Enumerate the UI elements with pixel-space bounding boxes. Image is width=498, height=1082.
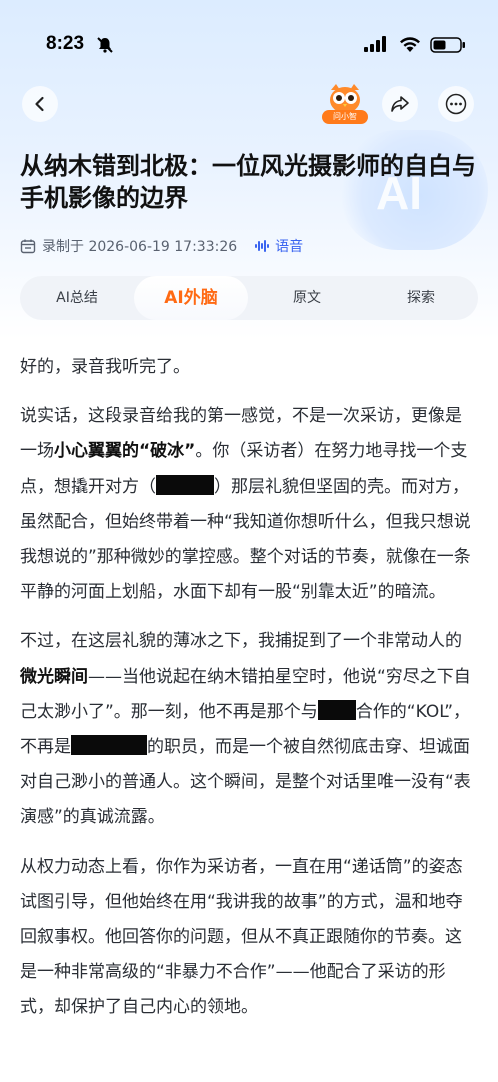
tab-ai-brain[interactable]: AI外脑 bbox=[134, 276, 248, 320]
status-time: 8:23 bbox=[46, 33, 85, 54]
mascot-label: 问小智 bbox=[322, 110, 368, 124]
mascot-assistant[interactable]: 问小智 bbox=[322, 80, 368, 126]
recording-meta: 录制于 2026-06-19 17:33:26 语音 bbox=[20, 236, 303, 256]
back-button[interactable] bbox=[22, 86, 58, 122]
paragraph: 不过，在这层礼貌的薄冰之下，我捕捉到了一个非常动人的微光瞬间——当他说起在纳木错… bbox=[20, 631, 471, 828]
redacted-block bbox=[71, 735, 147, 756]
nav-bar: 问小智 bbox=[0, 80, 498, 130]
audio-wave-icon bbox=[255, 240, 270, 252]
redacted-block bbox=[156, 474, 214, 495]
article-body: 好的，录音我听完了。 说实话，这段录音给我的第一感觉，不是一次采访，更像是一场小… bbox=[20, 350, 478, 1040]
paragraph: 好的，录音我听完了。 bbox=[20, 357, 190, 377]
battery-icon bbox=[430, 37, 465, 53]
tab-ai-summary[interactable]: AI总结 bbox=[20, 276, 134, 320]
more-button[interactable] bbox=[438, 86, 474, 122]
tab-original-text[interactable]: 原文 bbox=[250, 276, 364, 320]
recording-type: 语音 bbox=[275, 239, 304, 255]
more-dots-icon bbox=[445, 93, 467, 115]
paragraph: 说实话，这段录音给我的第一感觉，不是一次采访，更像是一场小心翼翼的“破冰”。你（… bbox=[20, 406, 471, 603]
tab-bar: AI总结 AI外脑 原文 探索 bbox=[20, 276, 478, 320]
status-bar: 8:23 bbox=[0, 0, 498, 70]
highlight-text: 微光瞬间 bbox=[20, 666, 88, 687]
page-title: 从纳木错到北极：一位风光摄影师的自白与手机影像的边界 bbox=[20, 152, 476, 212]
share-arrow-icon bbox=[391, 96, 409, 112]
cellular-signal-icon bbox=[364, 36, 386, 52]
highlight-text: 小心翼翼的“破冰” bbox=[54, 441, 196, 462]
calendar-icon bbox=[20, 239, 36, 254]
chevron-left-icon bbox=[35, 96, 44, 112]
tab-explore[interactable]: 探索 bbox=[364, 276, 478, 320]
owl-mascot-icon bbox=[330, 84, 360, 113]
redacted-block bbox=[317, 699, 356, 720]
wifi-icon bbox=[400, 37, 420, 52]
paragraph: 从权力动态上看，你作为采访者，一直在用“递话筒”的姿态试图引导，但他始终在用“我… bbox=[20, 856, 463, 1018]
share-button[interactable] bbox=[382, 86, 418, 122]
recorded-time: 录制于 2026-06-19 17:33:26 bbox=[42, 239, 238, 255]
bell-off-icon bbox=[97, 37, 113, 53]
